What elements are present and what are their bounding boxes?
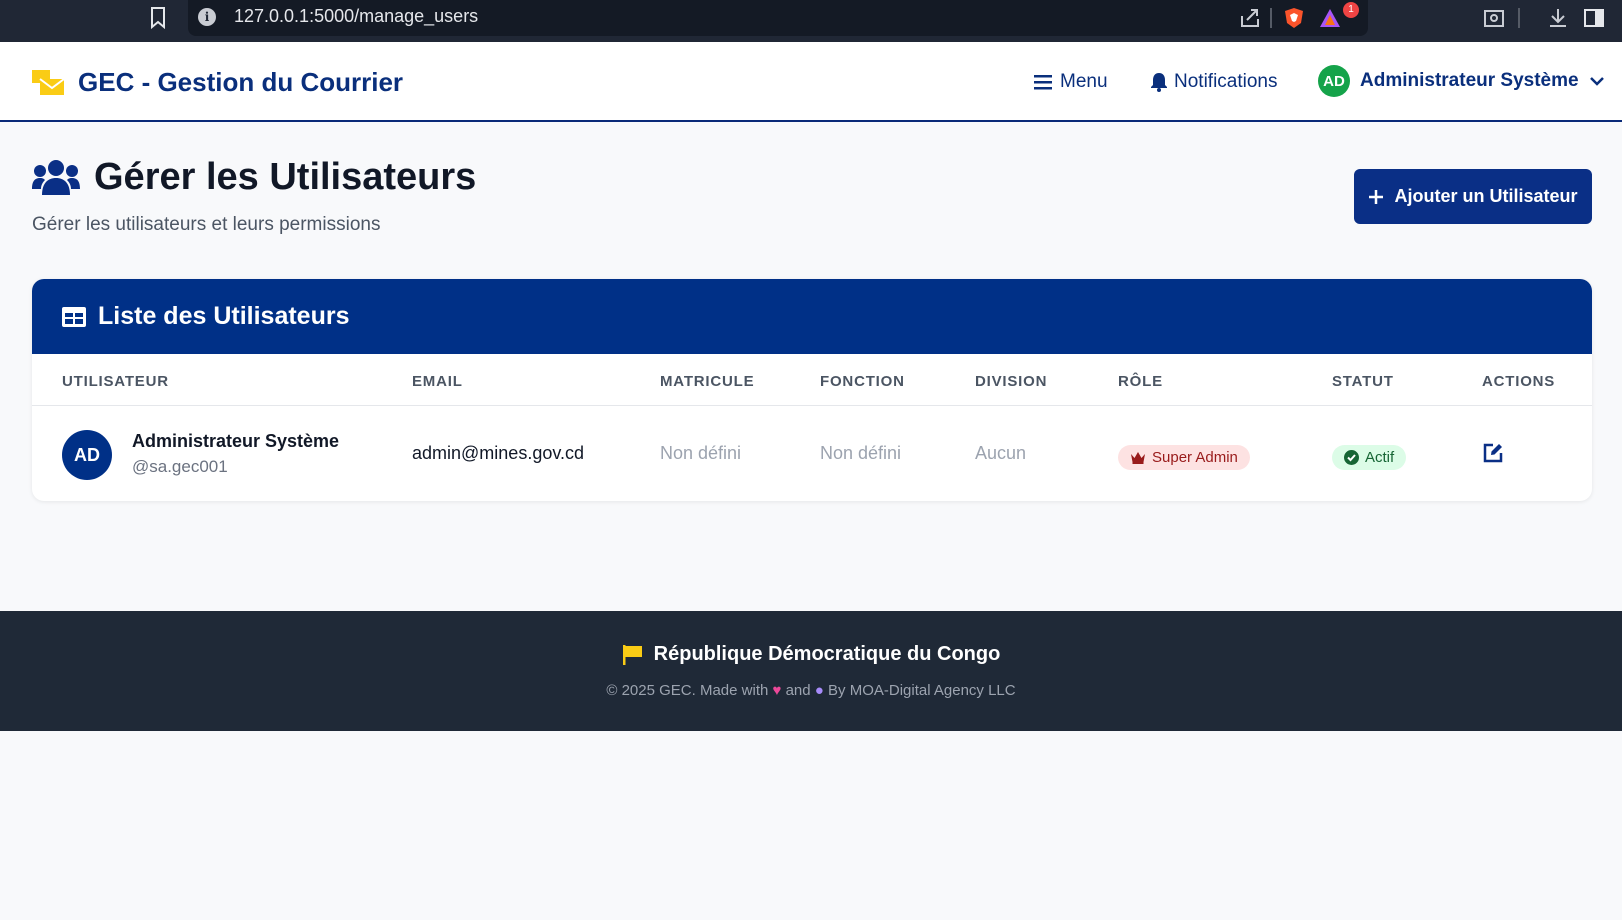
table-header-row: UTILISATEUR EMAIL MATRICULE FONCTION DIV… [32, 354, 1592, 406]
add-user-label: Ajouter un Utilisateur [1394, 186, 1578, 206]
footer-country: République Démocratique du Congo [653, 643, 1001, 665]
bell-icon [1151, 73, 1167, 92]
status-badge: Actif [1332, 445, 1407, 470]
page-title: Gérer les Utilisateurs [94, 156, 477, 198]
copyright-prefix: © 2025 GEC. Made with [606, 682, 769, 699]
app-header: GEC - Gestion du Courrier Menu Notificat… [0, 42, 1622, 122]
brave-rewards-icon[interactable] [1318, 6, 1342, 30]
coffee-icon: ● [814, 682, 824, 699]
menu-button[interactable]: Menu [1034, 71, 1108, 93]
table-row: AD Administrateur Système @sa.gec001 adm… [32, 406, 1592, 501]
column-header-fonction[interactable]: FONCTION [820, 373, 905, 390]
column-header-utilisateur[interactable]: UTILISATEUR [62, 373, 169, 390]
share-icon[interactable] [1238, 6, 1262, 30]
card-title: Liste des Utilisateurs [98, 302, 350, 330]
column-header-division[interactable]: DIVISION [975, 373, 1047, 390]
menu-label: Menu [1060, 71, 1108, 92]
footer-title-group: République Démocratique du Congo [0, 643, 1622, 666]
toolbar-divider [1270, 8, 1272, 28]
page-title-group: Gérer les Utilisateurs [32, 156, 476, 199]
page-subtitle: Gérer les utilisateurs et leurs permissi… [32, 214, 381, 235]
avatar: AD [1318, 65, 1350, 97]
user-name: Administrateur Système [1360, 70, 1579, 91]
mail-bulk-icon [32, 70, 64, 95]
column-header-email[interactable]: EMAIL [412, 373, 463, 390]
add-user-button[interactable]: Ajouter un Utilisateur [1354, 169, 1592, 224]
user-fonction: Non défini [820, 443, 902, 463]
user-dropdown[interactable]: AD Administrateur Système [1318, 65, 1605, 97]
users-icon [32, 159, 80, 195]
check-circle-icon [1344, 450, 1359, 465]
edit-icon[interactable] [1482, 442, 1504, 464]
role-label: Super Admin [1152, 449, 1238, 466]
screenshot-search-icon[interactable] [1482, 6, 1506, 30]
info-icon[interactable]: i [198, 8, 216, 26]
app-title[interactable]: GEC - Gestion du Courrier [78, 67, 403, 98]
heart-icon: ♥ [772, 682, 782, 699]
role-badge: Super Admin [1118, 445, 1250, 470]
column-header-role[interactable]: RÔLE [1118, 373, 1163, 390]
status-label: Actif [1365, 449, 1395, 466]
plus-icon [1369, 189, 1384, 204]
bookmark-icon[interactable] [150, 7, 166, 29]
flag-icon [622, 644, 642, 665]
column-header-actions: ACTIONS [1482, 373, 1556, 390]
browser-toolbar: i 127.0.0.1:5000/manage_users 1 [0, 0, 1622, 42]
chevron-down-icon [1589, 77, 1604, 86]
bars-icon [1034, 75, 1052, 90]
column-header-statut[interactable]: STATUT [1332, 373, 1394, 390]
sidebar-toggle-icon[interactable] [1582, 6, 1606, 30]
user-email: admin@mines.gov.cd [412, 443, 585, 463]
copyright-and: and [785, 682, 811, 699]
column-header-matricule[interactable]: MATRICULE [660, 373, 754, 390]
url-text[interactable]: 127.0.0.1:5000/manage_users [234, 6, 478, 27]
notifications-button[interactable]: Notifications [1150, 71, 1278, 93]
users-card: Liste des Utilisateurs UTILISATEUR EMAIL… [32, 279, 1592, 501]
notifications-label: Notifications [1174, 71, 1278, 92]
footer-copyright: © 2025 GEC. Made with ♥ and ● By MOA-Dig… [0, 682, 1622, 699]
download-icon[interactable] [1546, 6, 1570, 30]
rewards-badge: 1 [1343, 2, 1359, 18]
toolbar-divider [1518, 8, 1520, 28]
table-icon [62, 306, 86, 327]
user-display-name: Administrateur Système [132, 431, 340, 451]
user-matricule: Non défini [660, 443, 742, 463]
crown-icon [1131, 452, 1145, 464]
user-username: @sa.gec001 [132, 457, 228, 476]
avatar: AD [62, 430, 112, 480]
footer: République Démocratique du Congo © 2025 … [0, 611, 1622, 731]
card-header: Liste des Utilisateurs [32, 279, 1592, 354]
user-division: Aucun [975, 443, 1027, 463]
copyright-by[interactable]: By MOA-Digital Agency LLC [828, 682, 1016, 699]
brave-shield-icon[interactable] [1282, 6, 1306, 30]
